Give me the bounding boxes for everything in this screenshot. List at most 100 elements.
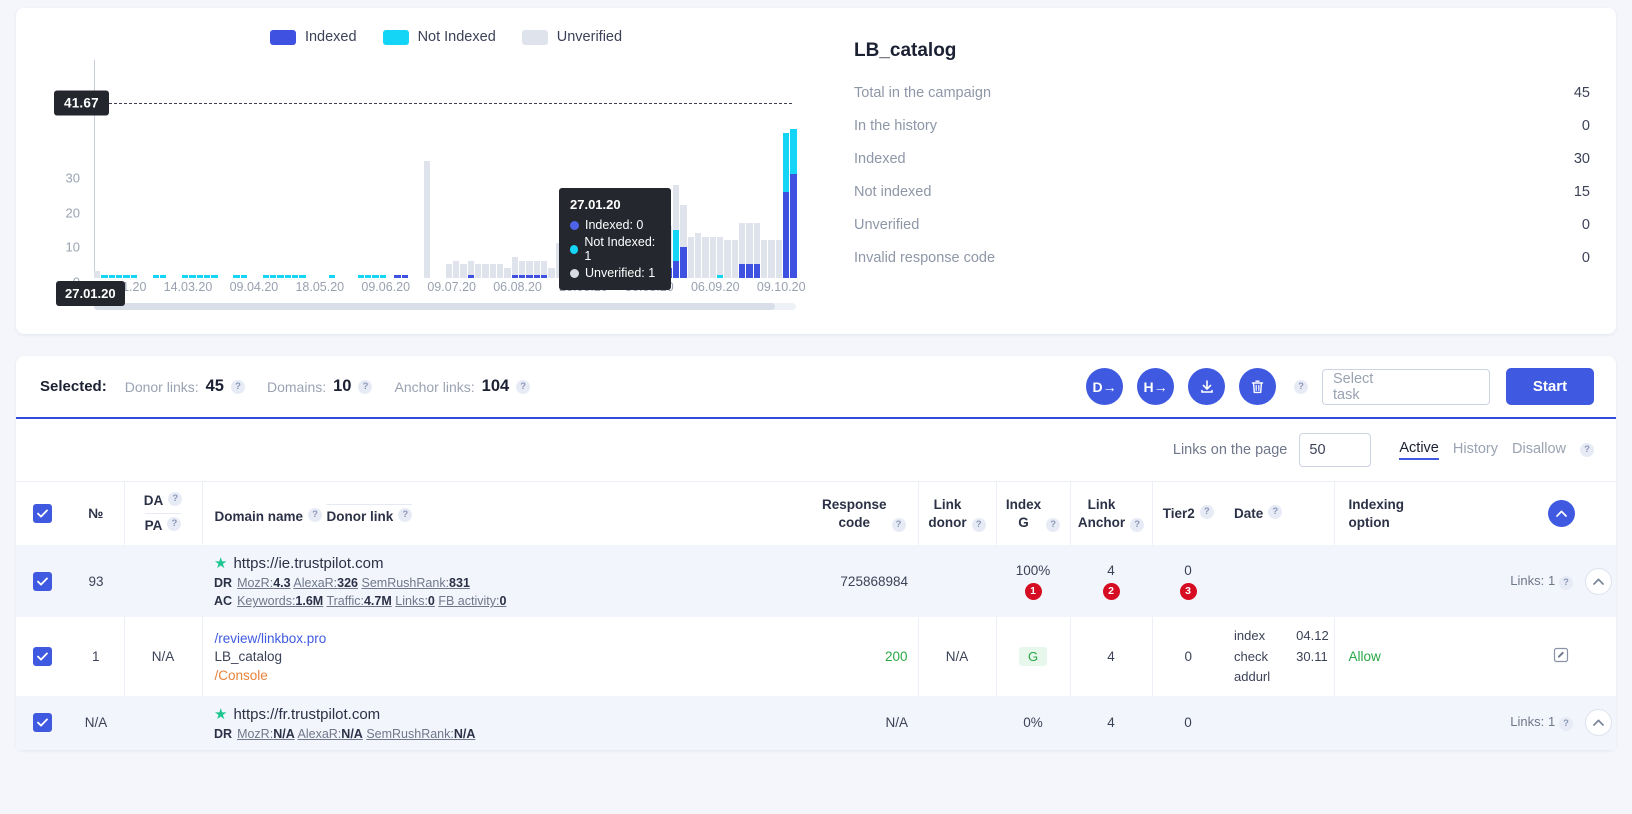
chart-bar[interactable] bbox=[336, 88, 342, 278]
help-icon[interactable]: ? bbox=[1046, 517, 1061, 532]
row-domain-url[interactable]: https://fr.trustpilot.com bbox=[233, 706, 380, 723]
chart-bar[interactable] bbox=[709, 88, 716, 278]
chart-bar[interactable] bbox=[240, 88, 247, 278]
chart-bar[interactable] bbox=[255, 88, 261, 278]
header-da-pa[interactable]: DA? PA? bbox=[123, 481, 202, 546]
metric-alexar[interactable]: AlexaR:N/A bbox=[298, 727, 363, 741]
chart-bar[interactable] bbox=[672, 88, 680, 278]
chart-bar[interactable] bbox=[409, 88, 415, 278]
chart-bar[interactable] bbox=[775, 88, 782, 278]
row-domain-url[interactable]: https://ie.trustpilot.com bbox=[233, 555, 383, 572]
chart-bar[interactable] bbox=[175, 88, 181, 278]
header-date[interactable]: Date? bbox=[1224, 481, 1334, 546]
chart-bar[interactable] bbox=[379, 88, 387, 278]
legend-item-not-indexed[interactable]: Not Indexed bbox=[382, 29, 496, 45]
chart-bar[interactable] bbox=[350, 88, 356, 278]
metric-keywords[interactable]: Keywords:1.6M bbox=[237, 594, 323, 608]
help-icon[interactable]: ? bbox=[1130, 517, 1145, 532]
chart-bar[interactable] bbox=[423, 88, 431, 278]
header-link-donor[interactable]: Link donor? bbox=[917, 481, 996, 546]
help-icon[interactable]: ? bbox=[1199, 504, 1214, 519]
chart-bar[interactable] bbox=[526, 88, 533, 278]
help-icon[interactable]: ? bbox=[1268, 504, 1283, 519]
metric-alexar[interactable]: AlexaR:326 bbox=[293, 576, 358, 590]
chart-bar[interactable] bbox=[108, 88, 115, 278]
chart-bar[interactable] bbox=[475, 88, 482, 278]
chart-bar[interactable] bbox=[467, 88, 475, 278]
chart-bar[interactable] bbox=[731, 88, 738, 278]
chart-bar[interactable] bbox=[431, 88, 437, 278]
help-icon[interactable]: ? bbox=[891, 517, 906, 532]
chart-bar[interactable] bbox=[416, 88, 422, 278]
header-index-g[interactable]: Index G? bbox=[995, 481, 1070, 546]
chart-bar[interactable] bbox=[284, 88, 291, 278]
metric-semrushrank[interactable]: SemRushRank:831 bbox=[362, 576, 470, 590]
chart-bar[interactable] bbox=[387, 88, 393, 278]
chart-bar[interactable] bbox=[115, 88, 123, 278]
legend-item-unverified[interactable]: Unverified bbox=[521, 29, 622, 45]
row-link-path[interactable]: /review/linkbox.pro bbox=[215, 631, 811, 646]
chart-bar[interactable] bbox=[497, 88, 504, 278]
chart-bar[interactable] bbox=[159, 88, 167, 278]
header-response-code[interactable]: Response code? bbox=[810, 481, 918, 546]
chart-bar[interactable] bbox=[189, 88, 196, 278]
row-checkbox[interactable] bbox=[32, 713, 52, 733]
chart-bar[interactable] bbox=[357, 88, 365, 278]
row-collapse-button[interactable] bbox=[1584, 567, 1612, 595]
chart-bar[interactable] bbox=[167, 88, 173, 278]
chart-bar[interactable] bbox=[453, 88, 460, 278]
metric-links[interactable]: Links:0 bbox=[395, 594, 435, 608]
help-icon[interactable]: ? bbox=[516, 379, 531, 394]
chart-bar[interactable] bbox=[533, 88, 541, 278]
chart-bar[interactable] bbox=[760, 88, 768, 278]
page-size-dropdown[interactable]: 50 bbox=[1299, 433, 1372, 467]
chart-bar[interactable] bbox=[541, 88, 548, 278]
help-icon[interactable]: ? bbox=[308, 508, 323, 523]
help-icon[interactable]: ? bbox=[358, 379, 373, 394]
chart-scrollbar-thumb[interactable] bbox=[94, 303, 775, 310]
chart-bar[interactable] bbox=[753, 88, 760, 278]
chart-bar[interactable] bbox=[504, 88, 511, 278]
chart-bar[interactable] bbox=[219, 88, 225, 278]
chart-scrollbar[interactable] bbox=[94, 303, 796, 310]
chart-bar[interactable] bbox=[321, 88, 327, 278]
header-num[interactable]: № bbox=[68, 481, 124, 546]
start-button[interactable]: Start bbox=[1506, 368, 1594, 405]
chart-bar[interactable] bbox=[343, 88, 349, 278]
collapse-all-button[interactable] bbox=[1547, 500, 1575, 528]
chart-bar[interactable] bbox=[694, 88, 702, 278]
table-row[interactable]: 93 ★ https://ie.trustpilot.com DR MozR:4.3… bbox=[16, 545, 1616, 618]
chart-bar[interactable] bbox=[291, 88, 299, 278]
metric-traffic[interactable]: Traffic:4.7M bbox=[326, 594, 391, 608]
chart-bar[interactable] bbox=[438, 88, 444, 278]
help-icon[interactable]: ? bbox=[168, 492, 183, 506]
chart-bar[interactable] bbox=[548, 88, 555, 278]
header-tier2[interactable]: Tier2? bbox=[1151, 481, 1224, 546]
donor-export-button[interactable]: D→ bbox=[1086, 368, 1123, 405]
header-indexing-option[interactable]: Indexing option bbox=[1333, 481, 1506, 546]
row-checkbox[interactable] bbox=[32, 571, 52, 591]
table-row[interactable]: N/A ★ https://fr.trustpilot.com DR MozR:N/… bbox=[16, 695, 1616, 750]
chart-bar[interactable] bbox=[181, 88, 189, 278]
chart-bar[interactable] bbox=[687, 88, 694, 278]
chart-bar[interactable] bbox=[768, 88, 775, 278]
chart-bar[interactable] bbox=[782, 88, 790, 278]
chart-bar[interactable] bbox=[233, 88, 240, 278]
chart-bar[interactable] bbox=[511, 88, 519, 278]
row-link-console[interactable]: /Console bbox=[215, 668, 811, 683]
chart-bar[interactable] bbox=[702, 88, 709, 278]
row-collapse-button[interactable] bbox=[1584, 709, 1612, 737]
chart-bar[interactable] bbox=[145, 88, 151, 278]
metric-fb-activity[interactable]: FB activity:0 bbox=[438, 594, 506, 608]
select-all-checkbox[interactable] bbox=[32, 504, 52, 524]
chart-bar[interactable] bbox=[123, 88, 130, 278]
tab-disallow[interactable]: Disallow bbox=[1512, 441, 1566, 459]
chart-bar[interactable] bbox=[262, 88, 269, 278]
chart-bar[interactable] bbox=[328, 88, 335, 278]
chart-bar[interactable] bbox=[460, 88, 467, 278]
metric-mozr[interactable]: MozR:4.3 bbox=[237, 576, 291, 590]
delete-button[interactable] bbox=[1239, 368, 1276, 405]
chart-bar[interactable] bbox=[130, 88, 137, 278]
chart-bar[interactable] bbox=[746, 88, 753, 278]
help-icon[interactable]: ? bbox=[398, 508, 413, 523]
